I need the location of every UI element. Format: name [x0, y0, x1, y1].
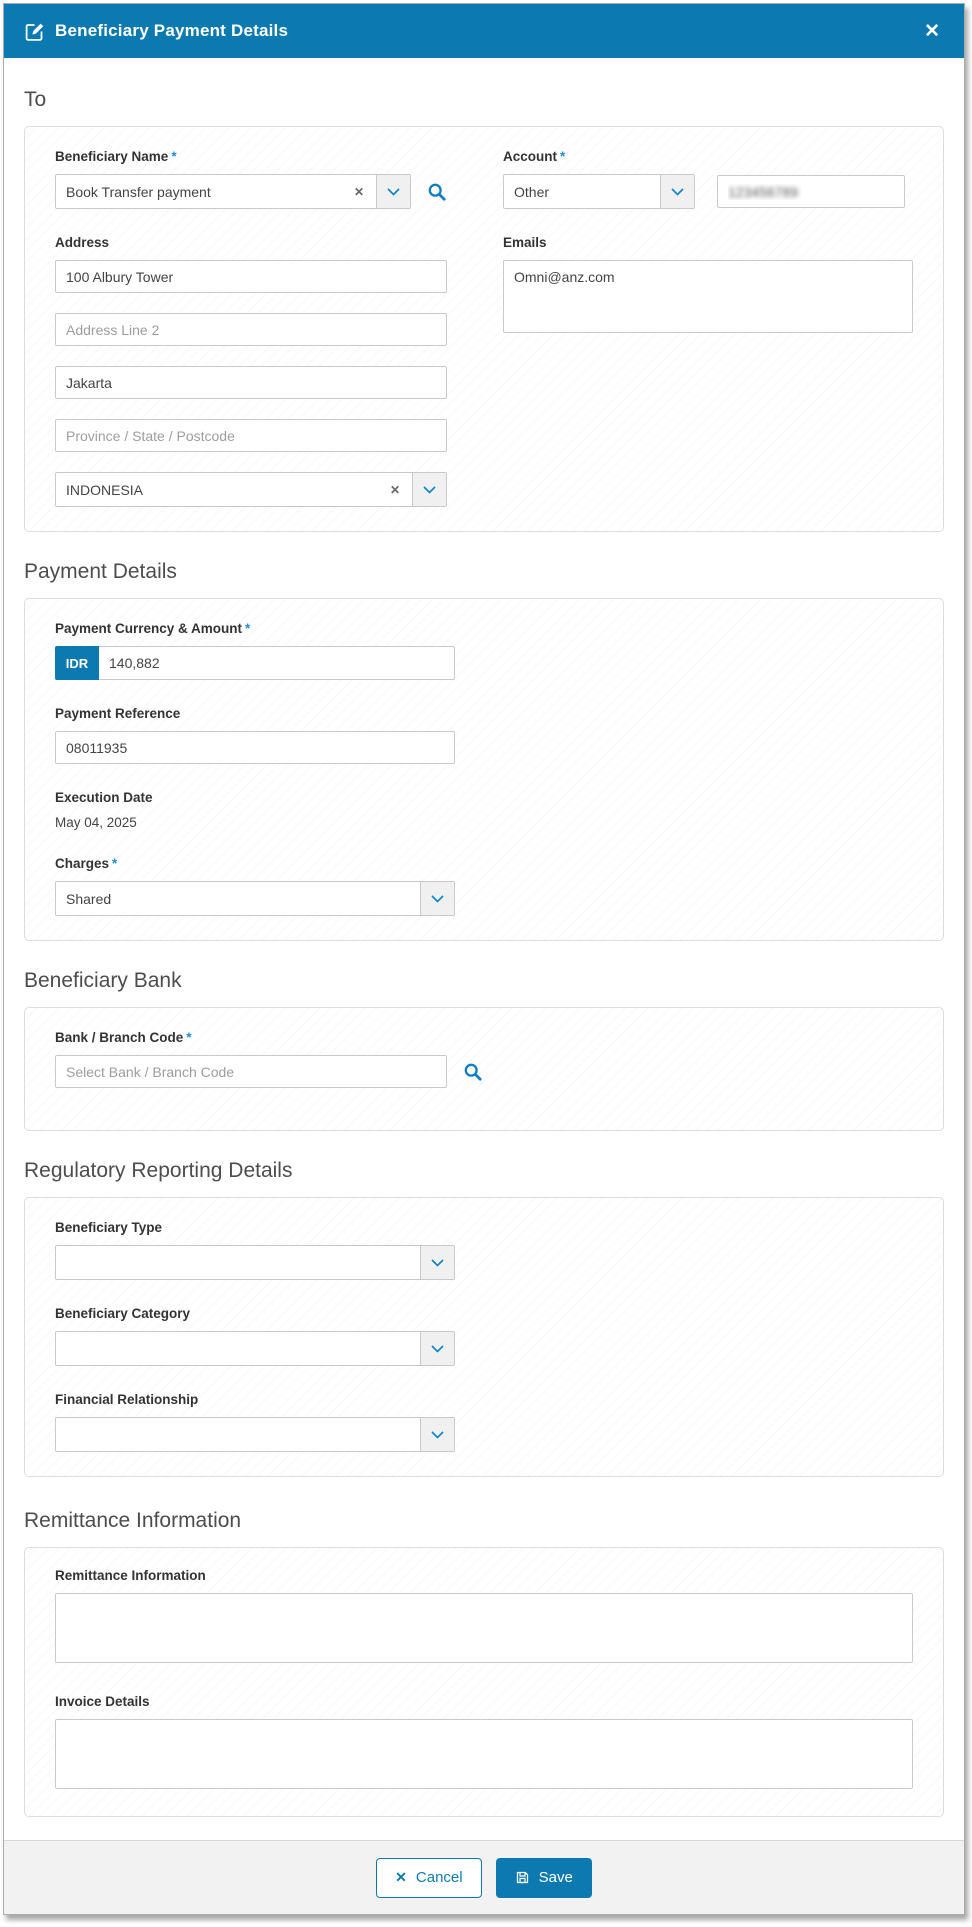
account-type-value: Other	[514, 183, 550, 200]
account-number-input[interactable]	[717, 175, 905, 208]
modal-title: Beneficiary Payment Details	[55, 21, 289, 40]
beneficiary-category-select[interactable]	[55, 1331, 455, 1366]
beneficiary-type-value	[56, 1246, 420, 1279]
address-label: Address	[55, 235, 110, 250]
bank-branch-code-label: Bank / Branch Code *	[55, 1030, 192, 1045]
chevron-down-icon[interactable]	[376, 175, 410, 208]
country-value: INDONESIA	[66, 481, 144, 498]
chevron-down-icon[interactable]	[420, 1246, 454, 1279]
address-line2-input[interactable]	[55, 313, 447, 346]
beneficiary-payment-details-modal: Beneficiary Payment Details ✕ To Benefic…	[3, 3, 965, 1915]
section-heading-beneficiary-bank: Beneficiary Bank	[24, 969, 182, 992]
save-button[interactable]: Save	[495, 1857, 592, 1898]
bank-branch-code-input[interactable]	[55, 1055, 447, 1088]
address-city-input[interactable]	[55, 366, 447, 399]
beneficiary-name-value: Book Transfer payment	[66, 183, 211, 200]
section-heading-payment-details: Payment Details	[24, 560, 177, 583]
chevron-down-icon[interactable]	[420, 1332, 454, 1365]
account-label: Account *	[503, 149, 566, 164]
required-marker: *	[186, 1030, 192, 1045]
beneficiary-type-label: Beneficiary Type	[55, 1220, 163, 1235]
beneficiary-name-combobox[interactable]: Book Transfer payment ✕	[55, 174, 411, 209]
save-disk-icon	[515, 1870, 530, 1885]
cancel-button-label: Cancel	[415, 1869, 463, 1886]
beneficiary-category-label: Beneficiary Category	[55, 1306, 191, 1321]
beneficiary-bank-section: Bank / Branch Code *	[24, 1007, 944, 1131]
payment-reference-label: Payment Reference	[55, 706, 181, 721]
invoice-details-label: Invoice Details	[55, 1694, 150, 1709]
chevron-down-icon[interactable]	[420, 1418, 454, 1451]
page-background: Beneficiary Payment Details ✕ To Benefic…	[0, 0, 972, 1927]
payment-currency-amount-label: Payment Currency & Amount *	[55, 621, 251, 636]
currency-badge: IDR	[55, 646, 99, 680]
account-type-select[interactable]: Other	[503, 174, 695, 209]
beneficiary-type-select[interactable]	[55, 1245, 455, 1280]
remittance-information-label: Remittance Information	[55, 1568, 206, 1583]
clear-icon[interactable]: ✕	[342, 175, 376, 208]
charges-value: Shared	[66, 890, 112, 907]
beneficiary-name-label: Beneficiary Name *	[55, 149, 177, 164]
financial-relationship-value	[56, 1418, 420, 1451]
execution-date-value: May 04, 2025	[55, 815, 137, 830]
required-marker: *	[560, 149, 566, 164]
execution-date-label: Execution Date	[55, 790, 153, 805]
charges-select[interactable]: Shared	[55, 881, 455, 916]
remittance-section: Remittance Information Invoice Details	[24, 1547, 944, 1817]
search-icon[interactable]	[463, 1062, 483, 1082]
section-heading-regulatory: Regulatory Reporting Details	[24, 1159, 293, 1182]
chevron-down-icon[interactable]	[412, 473, 446, 506]
close-icon[interactable]: ✕	[920, 18, 944, 45]
search-icon[interactable]	[427, 182, 447, 202]
chevron-down-icon[interactable]	[660, 175, 694, 208]
cancel-x-icon: ✕	[395, 1869, 407, 1885]
charges-label: Charges *	[55, 856, 118, 871]
modal-footer: ✕ Cancel Save	[4, 1840, 964, 1914]
to-section: Beneficiary Name * Book Transfer payment …	[24, 126, 944, 532]
emails-textarea[interactable]: Omni@anz.com	[503, 260, 913, 333]
cancel-button[interactable]: ✕ Cancel	[376, 1857, 482, 1898]
payment-details-section: Payment Currency & Amount* IDR Payment R…	[24, 598, 944, 941]
chevron-down-icon[interactable]	[420, 882, 454, 915]
clear-icon[interactable]: ✕	[378, 473, 412, 506]
country-combobox[interactable]: INDONESIA ✕	[55, 472, 447, 507]
financial-relationship-label: Financial Relationship	[55, 1392, 199, 1407]
payment-reference-input[interactable]	[55, 731, 455, 764]
modal-header: Beneficiary Payment Details ✕	[4, 4, 964, 58]
address-line1-input[interactable]	[55, 260, 447, 293]
payment-amount-input[interactable]	[99, 646, 455, 680]
section-heading-remittance: Remittance Information	[24, 1509, 242, 1532]
address-province-input[interactable]	[55, 419, 447, 452]
required-marker: *	[245, 621, 251, 636]
modal-body: To Beneficiary Name * Book Transfer payme…	[4, 58, 964, 1840]
regulatory-section: Beneficiary Type Beneficiary Category Fi…	[24, 1197, 944, 1477]
required-marker: *	[171, 149, 177, 164]
remittance-information-textarea[interactable]	[55, 1593, 913, 1663]
section-heading-to: To	[24, 88, 47, 111]
save-button-label: Save	[538, 1869, 573, 1886]
required-marker: *	[112, 856, 118, 871]
emails-label: Emails	[503, 235, 547, 250]
beneficiary-category-value	[56, 1332, 420, 1365]
edit-icon	[24, 21, 45, 42]
invoice-details-textarea[interactable]	[55, 1719, 913, 1789]
financial-relationship-select[interactable]	[55, 1417, 455, 1452]
